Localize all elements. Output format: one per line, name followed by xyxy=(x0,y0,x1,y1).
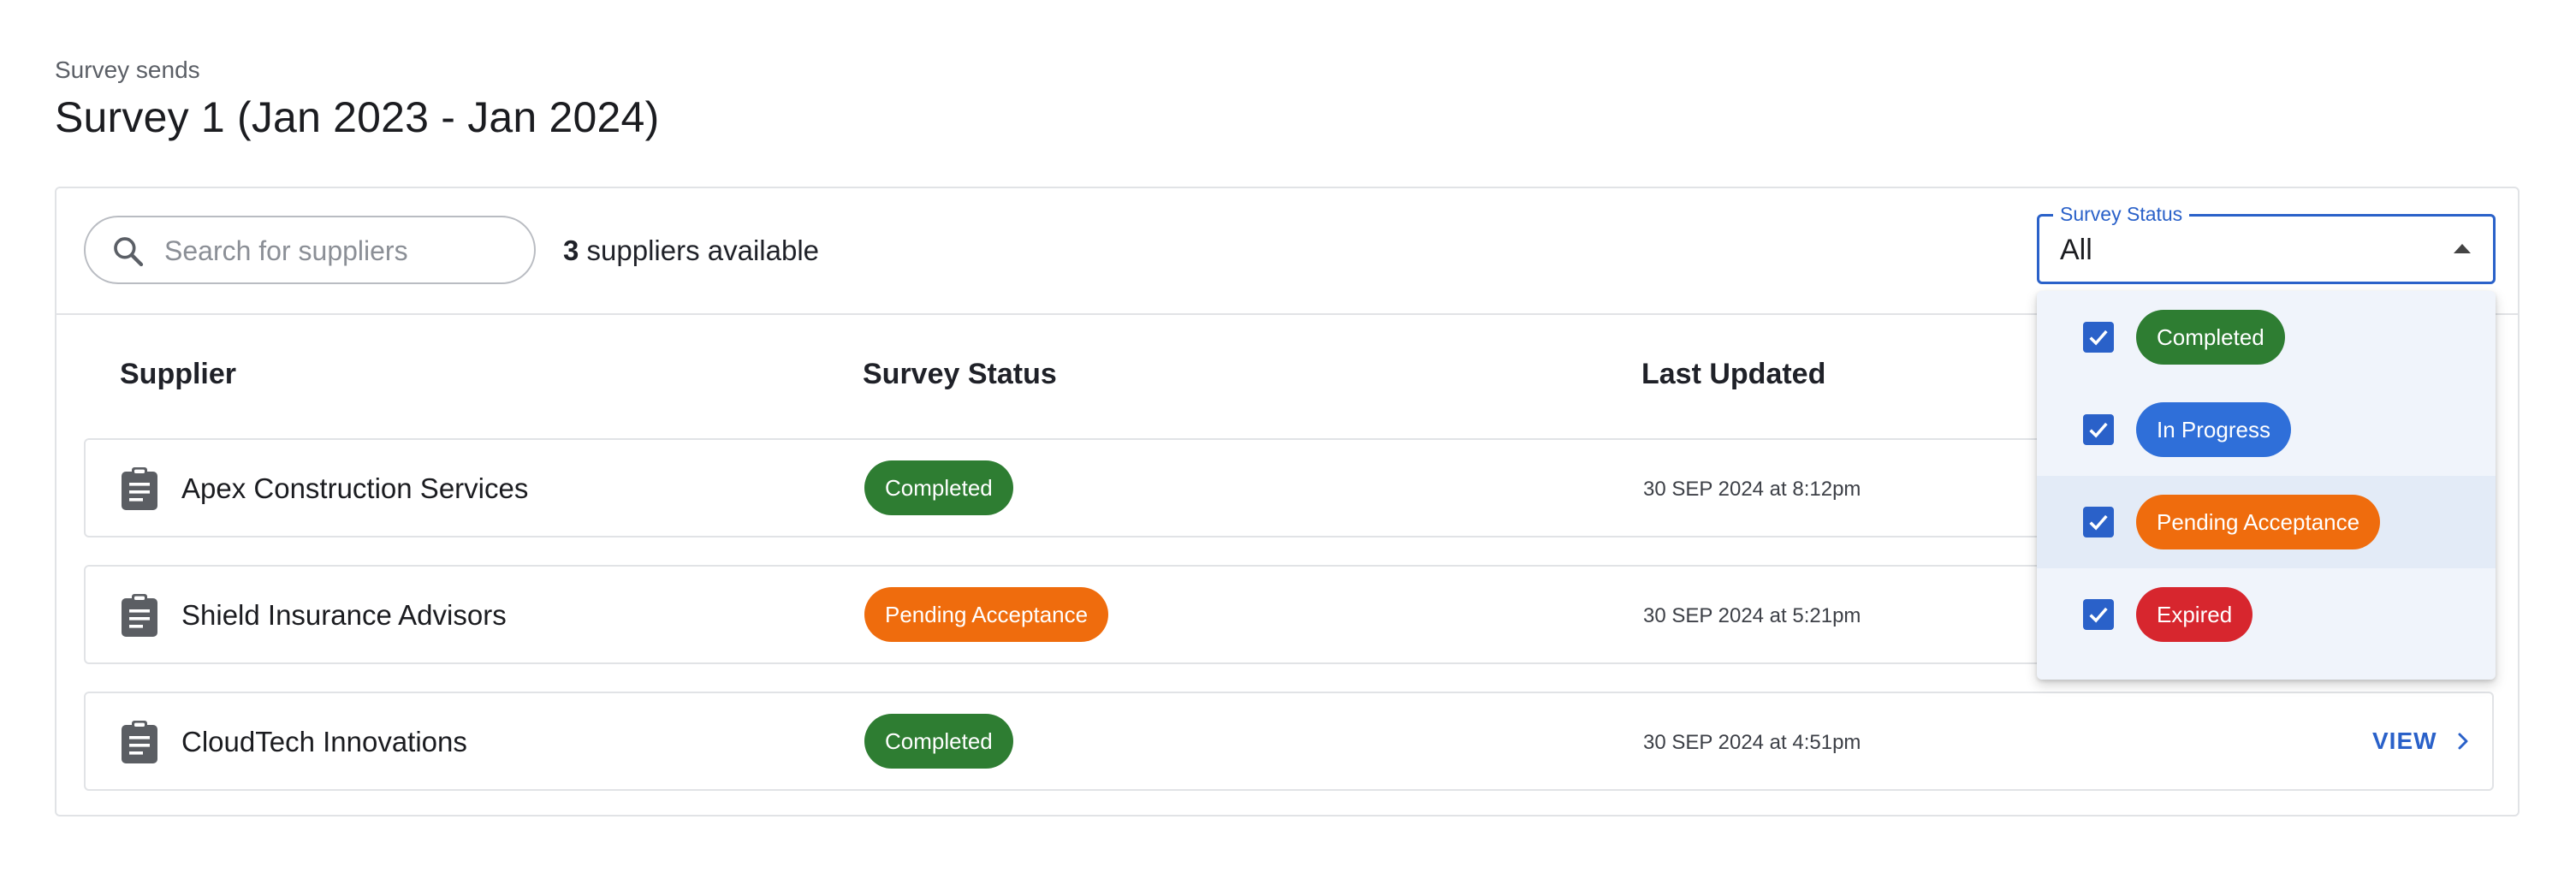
column-header-survey-status[interactable]: Survey Status xyxy=(863,358,1057,391)
supplier-name: CloudTech Innovations xyxy=(181,726,467,757)
select-label: Survey Status xyxy=(2053,203,2190,226)
status-badge: Completed xyxy=(864,714,1013,769)
clipboard-icon xyxy=(122,594,157,637)
supplier-name: Shield Insurance Advisors xyxy=(181,599,507,631)
status-badge: Completed xyxy=(2136,310,2285,365)
page-title: Survey 1 (Jan 2023 - Jan 2024) xyxy=(55,93,660,141)
check-icon xyxy=(2089,330,2108,346)
suppliers-count-label: suppliers available xyxy=(579,235,820,266)
column-header-supplier[interactable]: Supplier xyxy=(120,358,236,391)
table-row[interactable]: CloudTech Innovations Completed 30 SEP 2… xyxy=(84,692,2494,791)
checkbox[interactable] xyxy=(2083,414,2114,445)
check-icon xyxy=(2089,607,2108,623)
menu-option-pending-acceptance[interactable]: Pending Acceptance xyxy=(2037,476,2496,568)
status-badge: Completed xyxy=(864,460,1013,515)
check-icon xyxy=(2089,514,2108,531)
view-button-label: VIEW xyxy=(2372,728,2437,754)
search-icon xyxy=(114,237,144,267)
chevron-right-icon xyxy=(2458,733,2468,750)
survey-status-select[interactable]: Survey Status All xyxy=(2037,203,2496,284)
caret-up-icon[interactable] xyxy=(2454,244,2471,253)
last-updated: 30 SEP 2024 at 5:21pm xyxy=(1643,604,1861,627)
breadcrumb: Survey sends xyxy=(55,56,200,83)
check-icon xyxy=(2089,422,2108,438)
checkbox[interactable] xyxy=(2083,599,2114,630)
checkbox[interactable] xyxy=(2083,507,2114,537)
supplier-name: Apex Construction Services xyxy=(181,472,529,504)
status-badge: Expired xyxy=(2136,587,2253,642)
status-badge: Pending Acceptance xyxy=(2136,495,2381,549)
menu-option-in-progress[interactable]: In Progress xyxy=(2037,383,2496,476)
search-input[interactable] xyxy=(163,228,517,274)
clipboard-icon xyxy=(122,467,157,510)
last-updated: 30 SEP 2024 at 8:12pm xyxy=(1643,478,1861,501)
select-value: All xyxy=(2060,234,2092,266)
search-box[interactable] xyxy=(84,216,536,284)
clipboard-icon xyxy=(122,721,157,763)
suppliers-count: 3 suppliers available xyxy=(563,235,819,267)
view-button[interactable]: VIEW xyxy=(2372,728,2468,755)
last-updated: 30 SEP 2024 at 4:51pm xyxy=(1643,731,1861,754)
status-badge: Pending Acceptance xyxy=(864,587,1109,642)
checkbox[interactable] xyxy=(2083,322,2114,353)
survey-status-menu: Completed In Progress Pending Acceptance… xyxy=(2037,291,2496,680)
column-header-last-updated[interactable]: Last Updated xyxy=(1641,358,1825,391)
status-badge: In Progress xyxy=(2136,402,2291,457)
menu-option-completed[interactable]: Completed xyxy=(2037,291,2496,383)
suppliers-count-number: 3 xyxy=(563,235,579,266)
menu-option-expired[interactable]: Expired xyxy=(2037,568,2496,661)
